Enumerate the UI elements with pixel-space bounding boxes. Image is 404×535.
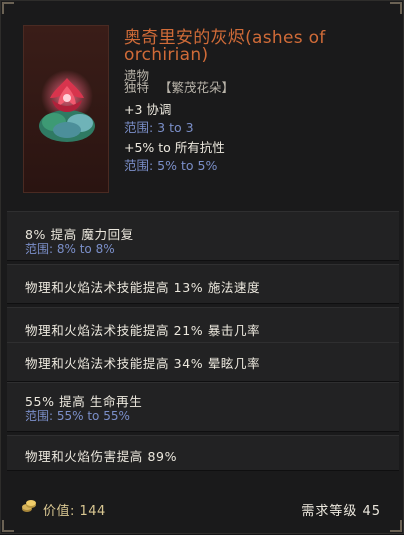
mod-text: 物理和火焰伤害提高 89% xyxy=(25,449,178,464)
flower-relic-icon xyxy=(39,70,95,142)
implicit-range: 范围: 3 to 3 xyxy=(124,120,194,135)
mod-row: 8% 提高 魔力回复 范围: 8% to 8% xyxy=(7,211,399,261)
mod-text: 物理和火焰法术技能提高 21% 暴击几率 xyxy=(25,323,261,338)
implicit-stat: +3 协调 xyxy=(124,102,172,117)
item-set-tag: 【繁茂花朵】 xyxy=(159,80,235,95)
mod-range: 范围: 55% to 55% xyxy=(25,409,130,423)
item-title: 奥奇里安的灰烬(ashes of orchirian) xyxy=(124,28,326,65)
mod-row: 物理和火焰法术技能提高 21% 暴击几率 xyxy=(7,307,399,347)
item-value: 价值: 144 xyxy=(43,504,106,519)
item-footer: 价值: 144 需求等级 45 xyxy=(1,483,404,535)
item-tooltip: 奥奇里安的灰烬(ashes of orchirian) 遗物 独特 【繁茂花朵】… xyxy=(0,0,404,534)
item-rarity-line: 独特 【繁茂花朵】 xyxy=(124,81,234,95)
mod-text: 物理和火焰法术技能提高 34% 晕眩几率 xyxy=(25,356,261,371)
implicit-range: 范围: 5% to 5% xyxy=(124,158,218,173)
mod-text: 物理和火焰法术技能提高 13% 施法速度 xyxy=(25,280,261,295)
item-rarity: 独特 xyxy=(124,80,150,95)
mod-row: 物理和火焰法术技能提高 13% 施法速度 xyxy=(7,264,399,304)
level-requirement: 需求等级 45 xyxy=(301,504,381,519)
mod-row: 55% 提高 生命再生 范围: 55% to 55% xyxy=(7,382,399,432)
item-icon-frame xyxy=(23,25,109,193)
mod-range: 范围: 8% to 8% xyxy=(25,242,115,256)
mod-row: 物理和火焰法术技能提高 34% 晕眩几率 xyxy=(7,342,399,382)
implicit-stat: +5% to 所有抗性 xyxy=(124,140,225,155)
coin-stack-icon xyxy=(22,500,36,512)
mod-row: 物理和火焰伤害提高 89% xyxy=(7,435,399,471)
item-header: 奥奇里安的灰烬(ashes of orchirian) 遗物 独特 【繁茂花朵】… xyxy=(1,1,404,207)
